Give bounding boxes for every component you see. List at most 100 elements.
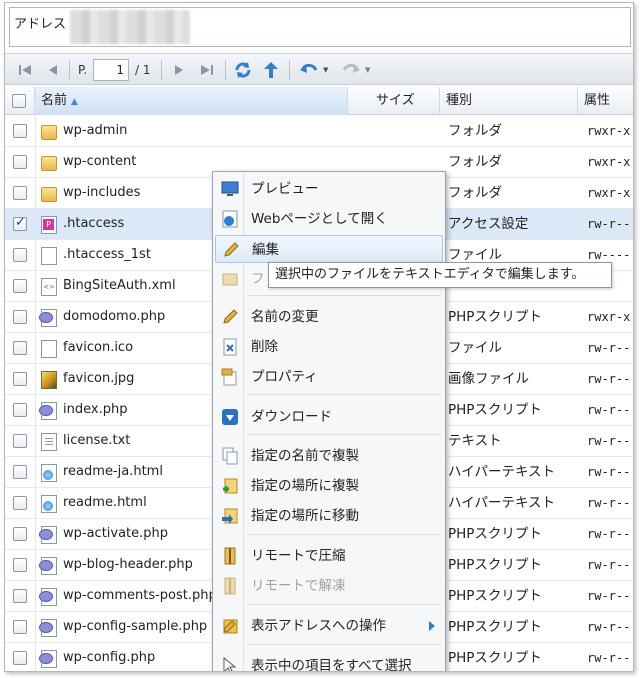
up-folder-icon[interactable]	[261, 60, 281, 80]
address-value-blurred	[70, 10, 190, 44]
row-checkbox[interactable]	[13, 372, 27, 386]
menu-item[interactable]: リモートで圧縮	[215, 542, 443, 570]
menu-item[interactable]: 表示アドレスへの操作	[215, 612, 443, 640]
row-attr: rw-r--	[587, 558, 631, 572]
menu-item[interactable]: 指定の場所に複製	[215, 472, 443, 500]
column-header-attr[interactable]: 属性	[578, 87, 633, 115]
menu-item[interactable]: 表示中の項目をすべて選択	[215, 652, 443, 671]
row-type: 画像ファイル	[448, 371, 529, 387]
menu-item[interactable]: 指定の名前で複製	[215, 442, 443, 470]
menu-item[interactable]: プロパティ	[215, 363, 443, 391]
row-checkbox[interactable]	[13, 434, 27, 448]
compress-icon	[221, 547, 239, 565]
menu-item-label: リモートで解凍	[251, 578, 346, 594]
refresh-icon[interactable]	[233, 60, 253, 80]
row-attr: rw-r--	[587, 465, 631, 479]
page-number-input[interactable]: 1	[93, 59, 129, 81]
row-checkbox[interactable]	[13, 589, 27, 603]
row-checkbox[interactable]	[13, 341, 27, 355]
forward-dropdown-icon[interactable]: ▼	[365, 66, 370, 74]
menu-item[interactable]: 名前の変更	[215, 303, 443, 331]
row-checkbox[interactable]	[13, 465, 27, 479]
table-row[interactable]: wp-admin フォルダ rwxr-x	[5, 116, 633, 147]
php-icon	[39, 526, 57, 544]
toolbar-separator	[69, 60, 70, 80]
row-name: readme.html	[63, 495, 147, 510]
row-checkbox[interactable]	[13, 310, 27, 324]
php-icon	[39, 557, 57, 575]
download-icon	[221, 408, 239, 426]
row-name: favicon.jpg	[63, 371, 135, 386]
delete-icon	[221, 338, 239, 356]
php-icon	[39, 588, 57, 606]
row-attr: rwxr-x	[587, 310, 631, 324]
row-type: アクセス設定	[448, 216, 529, 232]
forward-icon[interactable]	[341, 60, 361, 80]
prev-page-icon[interactable]	[43, 60, 63, 80]
row-name: wp-config-sample.php	[63, 619, 208, 634]
menu-item[interactable]: ダウンロード	[215, 403, 443, 431]
row-attr: rw-r--	[587, 434, 631, 448]
row-checkbox[interactable]	[13, 620, 27, 634]
row-checkbox[interactable]	[13, 496, 27, 510]
row-checkbox[interactable]	[13, 651, 27, 665]
row-attr: rw-r--	[587, 496, 631, 510]
first-page-icon[interactable]	[15, 60, 35, 80]
context-menu: プレビュー Webページとして開く 編集フ名前の変更 削除 プロパティ ダウンロード 指定の…	[212, 171, 446, 671]
row-name: readme-ja.html	[63, 464, 163, 479]
submenu-arrow-icon	[429, 621, 435, 631]
menu-item[interactable]: Webページとして開く	[215, 205, 443, 233]
column-header-type[interactable]: 種別	[440, 87, 578, 115]
row-attr: rwxr-x	[587, 186, 631, 200]
row-checkbox[interactable]	[13, 155, 27, 169]
column-header-name[interactable]: 名前 ▲	[35, 87, 348, 115]
address-bar[interactable]: アドレス	[9, 7, 631, 47]
address-label: アドレス	[14, 17, 67, 32]
toolbar: P. 1 / 1 ▼ ▼	[5, 53, 633, 85]
menu-item[interactable]: 指定の場所に移動	[215, 502, 443, 530]
select-all-header[interactable]	[5, 87, 35, 115]
rename-pencil-icon	[221, 308, 239, 326]
row-checkbox[interactable]	[13, 527, 27, 541]
column-header-size[interactable]: サイズ	[348, 87, 440, 115]
row-name: wp-blog-header.php	[63, 557, 193, 572]
html-icon	[41, 495, 57, 513]
menu-item[interactable]: プレビュー	[215, 175, 443, 203]
select-all-checkbox[interactable]	[12, 94, 26, 108]
row-type: フォルダ	[448, 123, 502, 139]
page-label: P.	[78, 63, 88, 77]
menu-item-label: プロパティ	[251, 369, 318, 385]
row-attr: rw-r--	[587, 372, 631, 386]
row-name: index.php	[63, 402, 128, 417]
menu-item-label: 指定の場所に移動	[251, 508, 359, 524]
row-name: domodomo.php	[63, 309, 166, 324]
folder-icon	[41, 187, 57, 202]
row-type: PHPスクリプト	[448, 619, 542, 635]
menu-item[interactable]: 編集	[215, 235, 443, 263]
tooltip: 選択中のファイルをテキストエディタで編集します。	[268, 262, 612, 288]
row-checkbox[interactable]	[13, 403, 27, 417]
row-attr: rw-r--	[587, 589, 631, 603]
row-checkbox[interactable]	[13, 215, 27, 231]
back-dropdown-icon[interactable]: ▼	[323, 66, 328, 74]
row-checkbox[interactable]	[13, 124, 27, 138]
row-checkbox[interactable]	[13, 248, 27, 262]
menu-separator	[247, 295, 441, 296]
row-type: ハイパーテキスト	[448, 464, 556, 480]
menu-item[interactable]: 削除	[215, 333, 443, 361]
row-type: PHPスクリプト	[448, 557, 542, 573]
menu-separator	[247, 644, 441, 645]
row-name: wp-config.php	[63, 650, 156, 665]
text-file-icon	[41, 433, 57, 451]
row-checkbox[interactable]	[13, 558, 27, 572]
menu-item[interactable]: リモートで解凍	[215, 572, 443, 600]
next-page-icon[interactable]	[169, 60, 189, 80]
back-icon[interactable]	[299, 60, 319, 80]
copy-to-icon	[221, 477, 239, 495]
folder-icon	[41, 125, 57, 140]
grid-header: 名前 ▲ サイズ 種別 属性	[5, 87, 633, 115]
file-manager-window: アドレス P. 1 / 1 ▼ ▼ 名前 ▲ サイズ 種別 属性 wp-admi…	[4, 2, 634, 672]
row-checkbox[interactable]	[13, 279, 27, 293]
last-page-icon[interactable]	[197, 60, 217, 80]
row-checkbox[interactable]	[13, 186, 27, 200]
